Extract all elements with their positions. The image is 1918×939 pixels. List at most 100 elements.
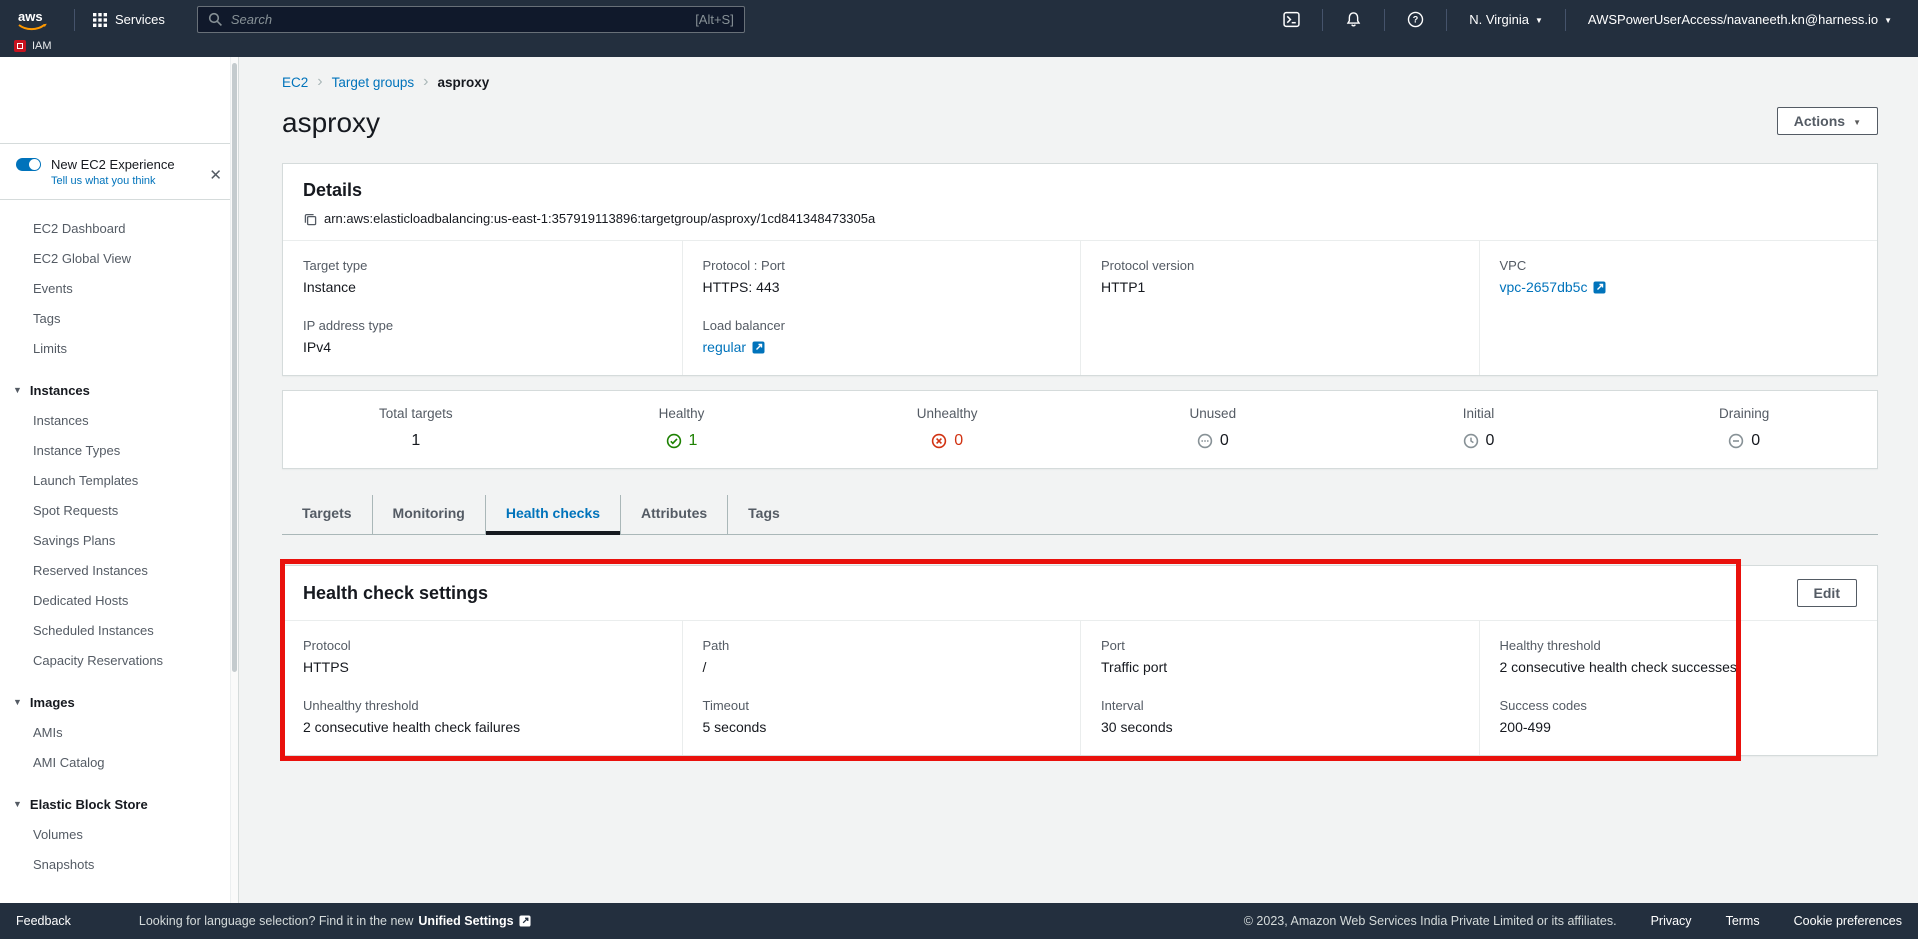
language-selection-note: Looking for language selection? Find it … — [139, 914, 531, 928]
bookmark-iam[interactable]: IAM — [32, 40, 52, 52]
new-experience-title: New EC2 Experience — [51, 157, 175, 172]
sidebar-item-dedicated-hosts[interactable]: Dedicated Hosts — [0, 586, 238, 616]
targets-summary-card: Total targets 1 Healthy 1 Unhealthy — [282, 390, 1878, 469]
chevron-down-icon — [1853, 113, 1861, 129]
vpc-link[interactable]: vpc-2657db5c — [1500, 279, 1588, 295]
breadcrumb-current: asproxy — [437, 75, 489, 90]
field-protocol-version: Protocol version HTTP1 — [1101, 258, 1459, 295]
stat-draining: Draining 0 — [1611, 406, 1877, 450]
close-icon[interactable]: ✕ — [209, 166, 222, 184]
field-timeout: Timeout 5 seconds — [703, 698, 1061, 735]
actions-button[interactable]: Actions — [1777, 107, 1878, 135]
tab-tags[interactable]: Tags — [727, 495, 800, 534]
cloudshell-button[interactable] — [1271, 11, 1312, 28]
iam-favicon — [14, 40, 26, 52]
divider — [1322, 9, 1323, 31]
sidebar-item-ami-catalog[interactable]: AMI Catalog — [0, 748, 238, 778]
bookmarks-bar: IAM — [0, 39, 1918, 57]
external-link-icon — [1593, 281, 1606, 294]
sidebar-item-capacity-reservations[interactable]: Capacity Reservations — [0, 646, 238, 676]
divider — [74, 9, 75, 31]
tab-monitoring[interactable]: Monitoring — [372, 495, 485, 534]
sidebar-item-events[interactable]: Events — [0, 274, 238, 304]
aws-console: aws Services [A — [0, 0, 1918, 939]
sidebar-item-instance-types[interactable]: Instance Types — [0, 436, 238, 466]
ellipsis-circle-icon — [1197, 433, 1213, 449]
field-healthy-threshold: Healthy threshold 2 consecutive health c… — [1500, 638, 1858, 675]
breadcrumb-target-groups[interactable]: Target groups — [332, 75, 415, 90]
sidebar-scrollbar[interactable] — [230, 57, 238, 903]
bell-icon — [1345, 11, 1362, 28]
sidebar-item-launch-templates[interactable]: Launch Templates — [0, 466, 238, 496]
privacy-link[interactable]: Privacy — [1651, 914, 1692, 928]
sidebar-item-savings-plans[interactable]: Savings Plans — [0, 526, 238, 556]
sidebar-item-ec2-dashboard[interactable]: EC2 Dashboard — [0, 214, 238, 244]
sidebar-section-images[interactable]: ▼ Images — [0, 686, 238, 718]
top-nav-right: ? N. Virginia AWSPowerUserAccess/navanee… — [1271, 9, 1904, 31]
details-column-4: VPC vpc-2657db5c — [1479, 241, 1878, 375]
tab-health-checks[interactable]: Health checks — [485, 495, 620, 534]
load-balancer-link[interactable]: regular — [703, 339, 747, 355]
breadcrumb-ec2[interactable]: EC2 — [282, 75, 308, 90]
sidebar-item-limits[interactable]: Limits — [0, 334, 238, 364]
field-unhealthy-threshold: Unhealthy threshold 2 consecutive health… — [303, 698, 662, 735]
search-shortcut-hint: [Alt+S] — [695, 12, 734, 27]
hc-column-1: Protocol HTTPS Unhealthy threshold 2 con… — [283, 621, 682, 755]
new-experience-toggle[interactable] — [16, 158, 41, 171]
field-protocol-port: Protocol : Port HTTPS: 443 — [703, 258, 1061, 295]
search-input[interactable] — [231, 12, 687, 27]
hc-column-2: Path / Timeout 5 seconds — [682, 621, 1081, 755]
triangle-down-icon: ▼ — [13, 799, 22, 809]
tab-attributes[interactable]: Attributes — [620, 495, 727, 534]
sidebar-nav: EC2 Dashboard EC2 Global View Events Tag… — [0, 200, 238, 890]
tell-us-link[interactable]: Tell us what you think — [51, 175, 222, 187]
sidebar-section-ebs[interactable]: ▼ Elastic Block Store — [0, 788, 238, 820]
sidebar-item-instances[interactable]: Instances — [0, 406, 238, 436]
edit-button[interactable]: Edit — [1797, 579, 1857, 607]
region-selector[interactable]: N. Virginia — [1457, 12, 1555, 27]
terms-link[interactable]: Terms — [1726, 914, 1760, 928]
sidebar-item-snapshots[interactable]: Snapshots — [0, 850, 238, 880]
sidebar-item-volumes[interactable]: Volumes — [0, 820, 238, 850]
copy-icon[interactable] — [303, 212, 317, 226]
chevron-right-icon — [423, 73, 428, 91]
minus-circle-icon — [1728, 433, 1744, 449]
sidebar-item-spot-requests[interactable]: Spot Requests — [0, 496, 238, 526]
field-load-balancer: Load balancer regular — [703, 318, 1061, 355]
sidebar-item-tags[interactable]: Tags — [0, 304, 238, 334]
aws-logo-text: aws — [18, 9, 43, 24]
field-protocol: Protocol HTTPS — [303, 638, 662, 675]
sidebar-section-instances[interactable]: ▼ Instances — [0, 374, 238, 406]
sidebar-item-scheduled-instances[interactable]: Scheduled Instances — [0, 616, 238, 646]
help-button[interactable]: ? — [1395, 11, 1436, 28]
external-link-icon — [519, 915, 531, 927]
unified-settings-link[interactable]: Unified Settings — [418, 914, 513, 928]
health-check-heading: Health check settings — [303, 583, 488, 604]
sidebar-item-reserved-instances[interactable]: Reserved Instances — [0, 556, 238, 586]
services-menu-button[interactable]: Services — [85, 8, 173, 31]
feedback-link[interactable]: Feedback — [16, 914, 71, 928]
field-port: Port Traffic port — [1101, 638, 1459, 675]
aws-logo-icon[interactable]: aws — [14, 8, 50, 32]
tab-targets[interactable]: Targets — [282, 495, 372, 534]
sidebar-item-ec2-global-view[interactable]: EC2 Global View — [0, 244, 238, 274]
tab-bar: Targets Monitoring Health checks Attribu… — [282, 495, 1878, 535]
global-search[interactable]: [Alt+S] — [197, 6, 745, 33]
sidebar-item-amis[interactable]: AMIs — [0, 718, 238, 748]
details-column-3: Protocol version HTTP1 — [1080, 241, 1479, 375]
services-label: Services — [115, 12, 165, 27]
check-circle-icon — [666, 433, 682, 449]
field-vpc: VPC vpc-2657db5c — [1500, 258, 1858, 295]
stat-initial: Initial 0 — [1346, 406, 1612, 450]
divider — [1565, 9, 1566, 31]
console-footer: Feedback Looking for language selection?… — [0, 903, 1918, 939]
cookie-preferences-link[interactable]: Cookie preferences — [1794, 914, 1902, 928]
chevron-right-icon — [317, 73, 322, 91]
triangle-down-icon: ▼ — [13, 697, 22, 707]
breadcrumb: EC2 Target groups asproxy — [282, 73, 1878, 91]
account-menu[interactable]: AWSPowerUserAccess/navaneeth.kn@harness.… — [1576, 12, 1904, 27]
stat-total-targets: Total targets 1 — [283, 406, 549, 450]
notifications-button[interactable] — [1333, 11, 1374, 28]
details-column-2: Protocol : Port HTTPS: 443 Load balancer… — [682, 241, 1081, 375]
search-icon — [208, 12, 223, 27]
